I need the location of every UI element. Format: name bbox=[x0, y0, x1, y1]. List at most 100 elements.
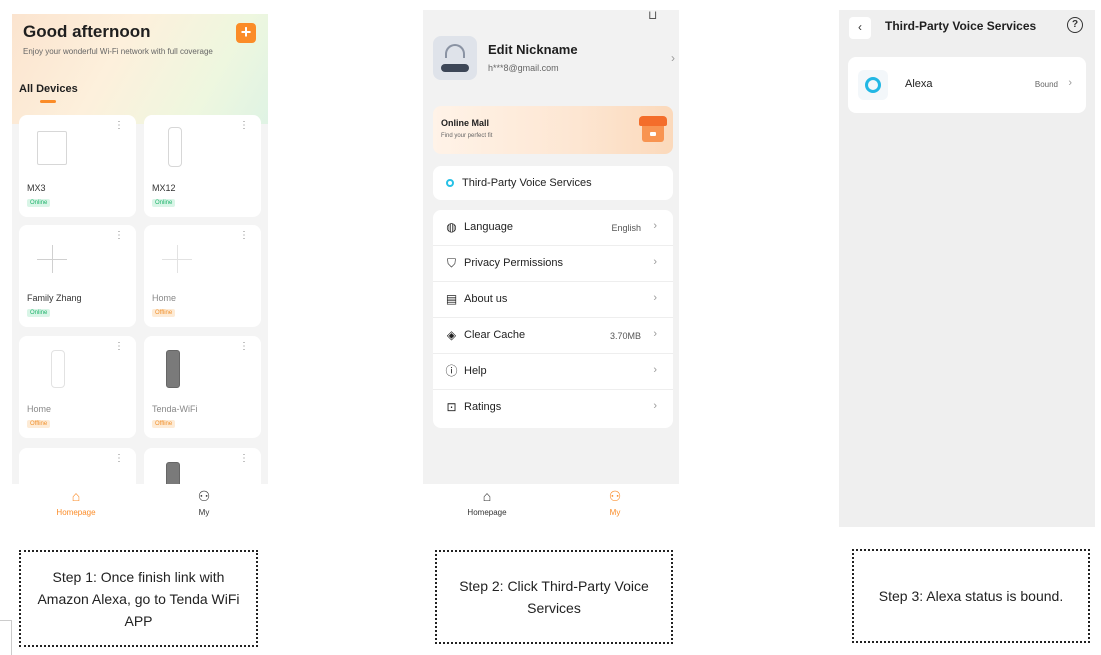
settings-label: Clear Cache bbox=[464, 329, 526, 341]
settings-label: About us bbox=[464, 293, 508, 305]
router-image bbox=[162, 245, 192, 273]
alexa-ring bbox=[865, 77, 881, 93]
router-image bbox=[51, 350, 65, 388]
router-image bbox=[166, 350, 180, 388]
settings-label: Help bbox=[464, 365, 487, 377]
more-icon[interactable]: ⋮ bbox=[114, 121, 124, 131]
voice-services-label: Third-Party Voice Services bbox=[462, 177, 592, 189]
device-card-mx3[interactable]: ⋮ MX3 Online bbox=[19, 115, 136, 217]
service-name: Alexa bbox=[905, 78, 933, 90]
alexa-icon bbox=[858, 70, 888, 100]
settings-value: English bbox=[611, 223, 641, 233]
more-icon[interactable]: ⋮ bbox=[114, 342, 124, 352]
tab-label: Homepage bbox=[56, 508, 96, 517]
bell-icon[interactable]: ⊔ bbox=[648, 10, 657, 22]
mall-title: Online Mall bbox=[441, 118, 490, 128]
device-name: Home bbox=[152, 293, 177, 303]
tab-my[interactable]: ⚇ My bbox=[140, 488, 268, 517]
device-card-home-1[interactable]: ⋮ Home Offline bbox=[144, 225, 261, 327]
status-badge: Online bbox=[27, 309, 51, 317]
chevron-right-icon: › bbox=[1068, 77, 1072, 89]
status-badge: Offline bbox=[152, 309, 176, 317]
status-badge: Online bbox=[27, 199, 51, 207]
status-badge: Online bbox=[152, 199, 176, 207]
third-party-voice-services-item[interactable]: Third-Party Voice Services bbox=[433, 166, 673, 200]
settings-item-privacy[interactable]: ⛉ Privacy Permissions › bbox=[433, 246, 673, 282]
nickname: Edit Nickname bbox=[488, 42, 578, 57]
device-card-family-zhang[interactable]: ⋮ Family Zhang Online bbox=[19, 225, 136, 327]
status-badge: Offline bbox=[27, 420, 51, 428]
tab-homepage[interactable]: ⌂ Homepage bbox=[12, 488, 140, 517]
shield-icon: ⛉ bbox=[446, 256, 456, 270]
globe-icon: ◍ bbox=[446, 220, 457, 234]
homepage-screen: Good afternoon Enjoy your wonderful Wi-F… bbox=[12, 14, 268, 528]
more-icon[interactable]: ⋮ bbox=[114, 454, 124, 464]
settings-item-about[interactable]: ▤ About us › bbox=[433, 282, 673, 318]
tab-label: My bbox=[609, 508, 621, 517]
settings-item-ratings[interactable]: ⊡ Ratings › bbox=[433, 390, 673, 426]
greeting-subtitle: Enjoy your wonderful Wi-Fi network with … bbox=[23, 47, 213, 56]
device-card-home-2[interactable]: ⋮ Home Offline bbox=[19, 336, 136, 438]
bottom-tab-bar: ⌂ Homepage ⚇ My bbox=[423, 484, 679, 529]
mall-subtitle: Find your perfect fit bbox=[441, 133, 493, 139]
device-name: Tenda-WiFi bbox=[152, 404, 198, 414]
help-icon[interactable]: ? bbox=[1067, 17, 1083, 33]
tab-label: My bbox=[198, 508, 210, 517]
greeting-title: Good afternoon bbox=[23, 22, 151, 41]
more-icon[interactable]: ⋮ bbox=[114, 231, 124, 241]
alexa-icon bbox=[446, 179, 454, 187]
back-button[interactable]: ‹ bbox=[849, 17, 871, 39]
email: h***8@gmail.com bbox=[488, 63, 559, 73]
settings-item-help[interactable]: ⓘ Help › bbox=[433, 354, 673, 390]
more-icon[interactable]: ⋮ bbox=[239, 454, 249, 464]
chevron-right-icon: › bbox=[653, 364, 657, 376]
my-screen: ⊔ Edit Nickname h***8@gmail.com › Online… bbox=[423, 10, 679, 529]
settings-item-language[interactable]: ◍ Language English › bbox=[433, 210, 673, 246]
book-icon: ▤ bbox=[445, 292, 458, 306]
step2-caption: Step 2: Click Third-Party Voice Services bbox=[435, 550, 673, 644]
settings-item-clear-cache[interactable]: ◈ Clear Cache 3.70MB › bbox=[433, 318, 673, 354]
profile-row[interactable]: Edit Nickname h***8@gmail.com › bbox=[433, 36, 675, 88]
all-devices-tab[interactable]: All Devices bbox=[19, 83, 78, 95]
user-icon: ⚇ bbox=[608, 488, 622, 504]
shop-icon bbox=[639, 116, 667, 142]
voice-services-screen: ‹ Third-Party Voice Services ? Alexa Bou… bbox=[839, 10, 1095, 527]
tab-label: Homepage bbox=[467, 508, 507, 517]
alexa-service-item[interactable]: Alexa Bound › bbox=[848, 57, 1086, 113]
plus-icon[interactable]: + bbox=[236, 23, 256, 43]
chevron-right-icon: › bbox=[653, 256, 657, 268]
router-image bbox=[168, 127, 182, 167]
router-image bbox=[37, 245, 67, 273]
online-mall-banner[interactable]: Online Mall Find your perfect fit bbox=[433, 106, 673, 154]
device-card-tenda-wifi[interactable]: ⋮ Tenda-WiFi Offline bbox=[144, 336, 261, 438]
more-icon[interactable]: ⋮ bbox=[239, 121, 249, 131]
robot-face-icon bbox=[441, 64, 469, 72]
device-card-mx12[interactable]: ⋮ MX12 Online bbox=[144, 115, 261, 217]
router-image bbox=[37, 131, 67, 165]
shop-door bbox=[650, 132, 656, 136]
more-icon[interactable]: ⋮ bbox=[239, 231, 249, 241]
chevron-right-icon: › bbox=[653, 328, 657, 340]
user-icon: ⚇ bbox=[197, 488, 211, 504]
star-message-icon: ⊡ bbox=[446, 400, 457, 414]
tab-homepage[interactable]: ⌂ Homepage bbox=[423, 488, 551, 517]
device-name: Home bbox=[27, 404, 52, 414]
status-badge: Bound bbox=[1034, 80, 1058, 89]
chevron-left-icon: ‹ bbox=[858, 20, 862, 34]
page-edge-mark bbox=[0, 620, 12, 655]
tab-indicator bbox=[40, 100, 56, 103]
step1-caption: Step 1: Once finish link with Amazon Ale… bbox=[19, 550, 258, 647]
settings-label: Language bbox=[464, 221, 513, 233]
settings-label: Privacy Permissions bbox=[464, 257, 564, 269]
tab-my[interactable]: ⚇ My bbox=[551, 488, 679, 517]
wifi-arc-icon bbox=[445, 44, 465, 58]
step3-caption: Step 3: Alexa status is bound. bbox=[852, 549, 1090, 643]
eraser-icon: ◈ bbox=[446, 328, 457, 342]
home-icon: ⌂ bbox=[482, 488, 492, 504]
status-badge: Offline bbox=[152, 420, 176, 428]
more-icon[interactable]: ⋮ bbox=[239, 342, 249, 352]
page-title: Third-Party Voice Services bbox=[885, 19, 1037, 33]
bottom-tab-bar: ⌂ Homepage ⚇ My bbox=[12, 484, 268, 528]
device-name: Family Zhang bbox=[27, 293, 82, 303]
info-icon: ⓘ bbox=[445, 364, 458, 378]
